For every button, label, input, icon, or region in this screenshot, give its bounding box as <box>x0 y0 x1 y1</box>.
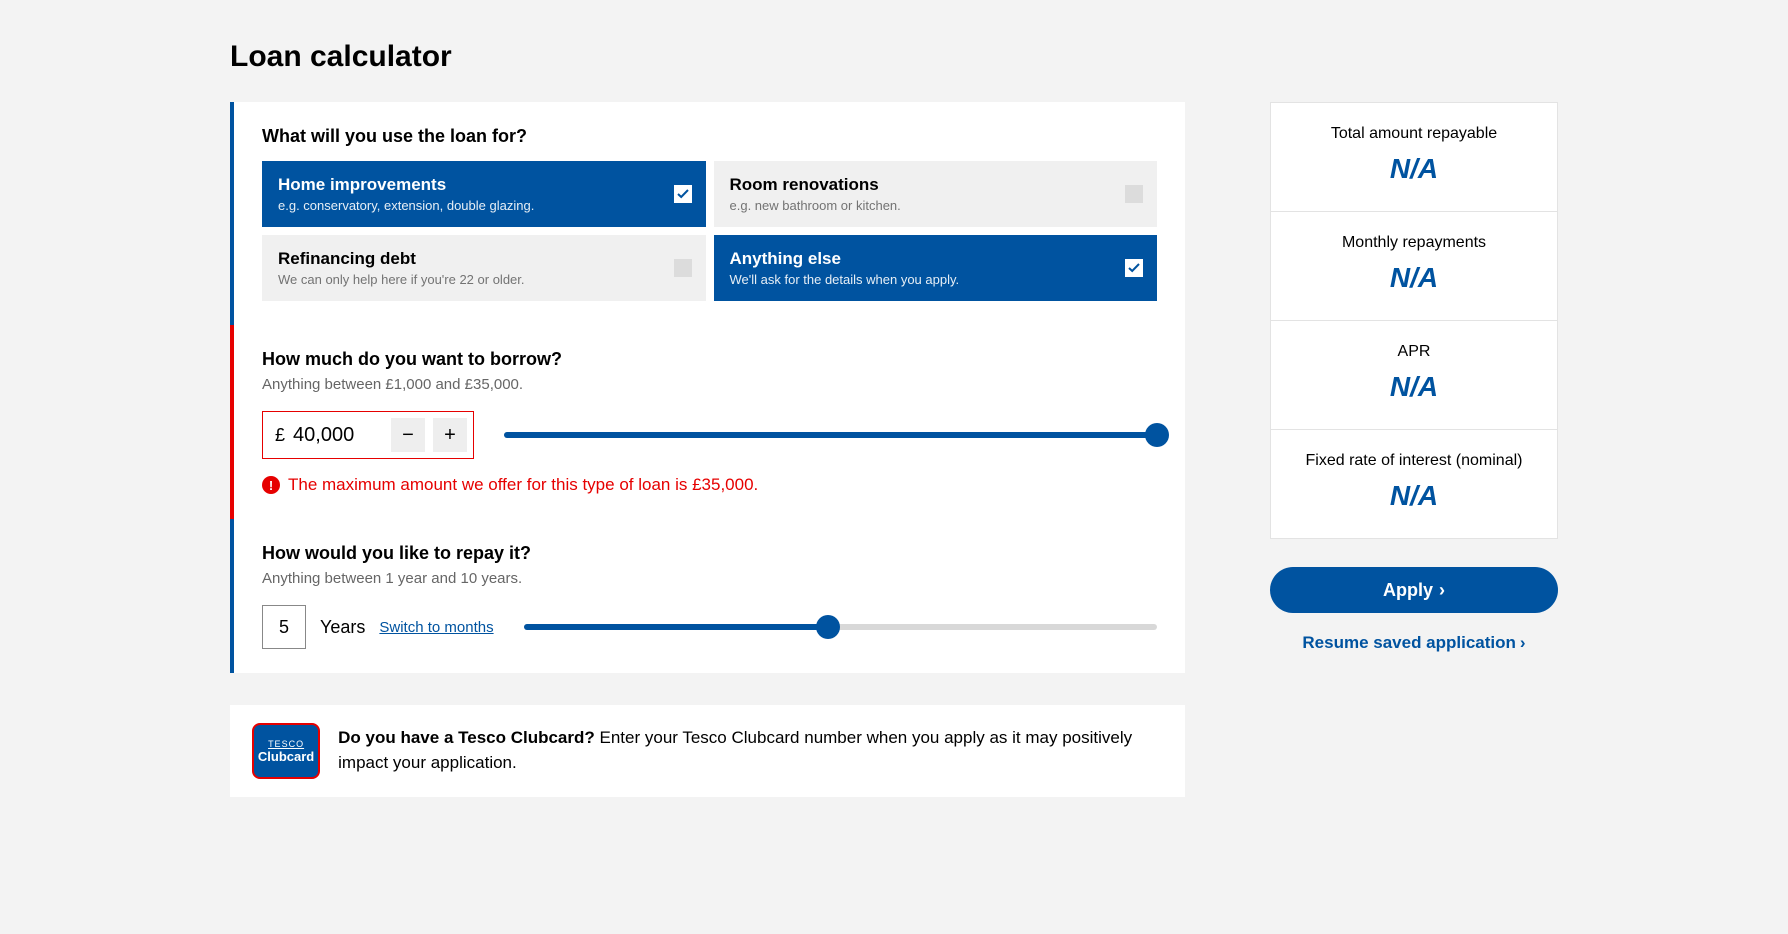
purpose-option-title: Anything else <box>730 249 1112 269</box>
purpose-option-sub: We'll ask for the details when you apply… <box>730 272 1112 287</box>
resume-application-link[interactable]: Resume saved application › <box>1270 633 1558 653</box>
switch-to-months-link[interactable]: Switch to months <box>379 619 493 636</box>
purpose-panel: What will you use the loan for? Home imp… <box>230 102 1185 325</box>
resume-link-label: Resume saved application <box>1302 633 1516 653</box>
summary-row-fixed-rate: Fixed rate of interest (nominal) N/A <box>1271 430 1557 538</box>
purpose-option-room-renovations[interactable]: Room renovations e.g. new bathroom or ki… <box>714 161 1158 227</box>
term-heading: How would you like to repay it? <box>262 543 1157 564</box>
amount-error: ! The maximum amount we offer for this t… <box>262 475 1157 495</box>
clubcard-banner: TESCO Clubcard Do you have a Tesco Clubc… <box>230 705 1185 797</box>
summary-label: APR <box>1289 343 1539 361</box>
apply-button-label: Apply <box>1383 580 1433 601</box>
summary-label: Total amount repayable <box>1289 125 1539 143</box>
chevron-right-icon: › <box>1439 580 1445 601</box>
purpose-option-anything-else[interactable]: Anything else We'll ask for the details … <box>714 235 1158 301</box>
summary-value: N/A <box>1289 480 1539 512</box>
clubcard-badge-line1: TESCO <box>268 739 304 749</box>
apply-button[interactable]: Apply › <box>1270 567 1558 613</box>
clubcard-bold: Do you have a Tesco Clubcard? <box>338 728 595 747</box>
summary-box: Total amount repayable N/A Monthly repay… <box>1270 102 1558 539</box>
amount-error-text: The maximum amount we offer for this typ… <box>288 475 758 495</box>
purpose-option-title: Room renovations <box>730 175 1112 195</box>
purpose-option-home-improvements[interactable]: Home improvements e.g. conservatory, ext… <box>262 161 706 227</box>
purpose-heading: What will you use the loan for? <box>262 126 1157 147</box>
purpose-option-sub: We can only help here if you're 22 or ol… <box>278 272 660 287</box>
purpose-option-refinancing-debt[interactable]: Refinancing debt We can only help here i… <box>262 235 706 301</box>
clubcard-badge-line2: Clubcard <box>258 749 314 764</box>
plus-icon: + <box>444 424 456 447</box>
purpose-option-sub: e.g. conservatory, extension, double gla… <box>278 198 660 213</box>
term-input[interactable] <box>262 605 306 649</box>
amount-input[interactable] <box>293 424 383 447</box>
term-sub: Anything between 1 year and 10 years. <box>262 570 1157 587</box>
purpose-option-title: Refinancing debt <box>278 249 660 269</box>
checkbox-icon <box>674 259 692 277</box>
decrement-button[interactable]: − <box>391 418 425 452</box>
checkbox-icon <box>674 185 692 203</box>
amount-panel: How much do you want to borrow? Anything… <box>230 325 1185 519</box>
increment-button[interactable]: + <box>433 418 467 452</box>
summary-row-apr: APR N/A <box>1271 321 1557 430</box>
currency-symbol: £ <box>275 425 285 446</box>
summary-value: N/A <box>1289 371 1539 403</box>
clubcard-badge: TESCO Clubcard <box>252 723 320 779</box>
term-panel: How would you like to repay it? Anything… <box>230 519 1185 673</box>
amount-heading: How much do you want to borrow? <box>262 349 1157 370</box>
purpose-option-title: Home improvements <box>278 175 660 195</box>
amount-input-wrap: £ − + <box>262 411 474 459</box>
term-slider[interactable] <box>524 615 1157 639</box>
summary-row-total: Total amount repayable N/A <box>1271 103 1557 212</box>
summary-value: N/A <box>1289 262 1539 294</box>
summary-value: N/A <box>1289 153 1539 185</box>
amount-sub: Anything between £1,000 and £35,000. <box>262 376 1157 393</box>
clubcard-text: Do you have a Tesco Clubcard? Enter your… <box>338 726 1163 775</box>
page-title: Loan calculator <box>230 40 1558 74</box>
summary-label: Fixed rate of interest (nominal) <box>1289 452 1539 470</box>
summary-row-monthly: Monthly repayments N/A <box>1271 212 1557 321</box>
checkbox-icon <box>1125 185 1143 203</box>
summary-label: Monthly repayments <box>1289 234 1539 252</box>
amount-slider[interactable] <box>504 423 1157 447</box>
error-icon: ! <box>262 476 280 494</box>
minus-icon: − <box>402 424 414 447</box>
purpose-option-sub: e.g. new bathroom or kitchen. <box>730 198 1112 213</box>
chevron-right-icon: › <box>1520 633 1526 653</box>
checkbox-icon <box>1125 259 1143 277</box>
term-unit: Years <box>320 617 365 638</box>
